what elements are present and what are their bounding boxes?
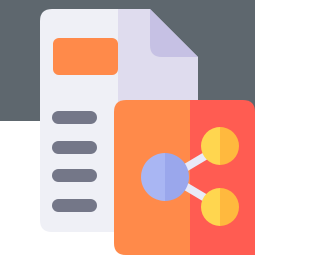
text-line [52, 199, 97, 212]
share-card-right [190, 100, 255, 255]
share-document-graphic [0, 0, 255, 255]
text-line [52, 141, 97, 154]
text-line [52, 111, 97, 124]
text-line [52, 169, 97, 182]
document-header-block [53, 38, 118, 75]
share-document-icon [0, 0, 255, 255]
